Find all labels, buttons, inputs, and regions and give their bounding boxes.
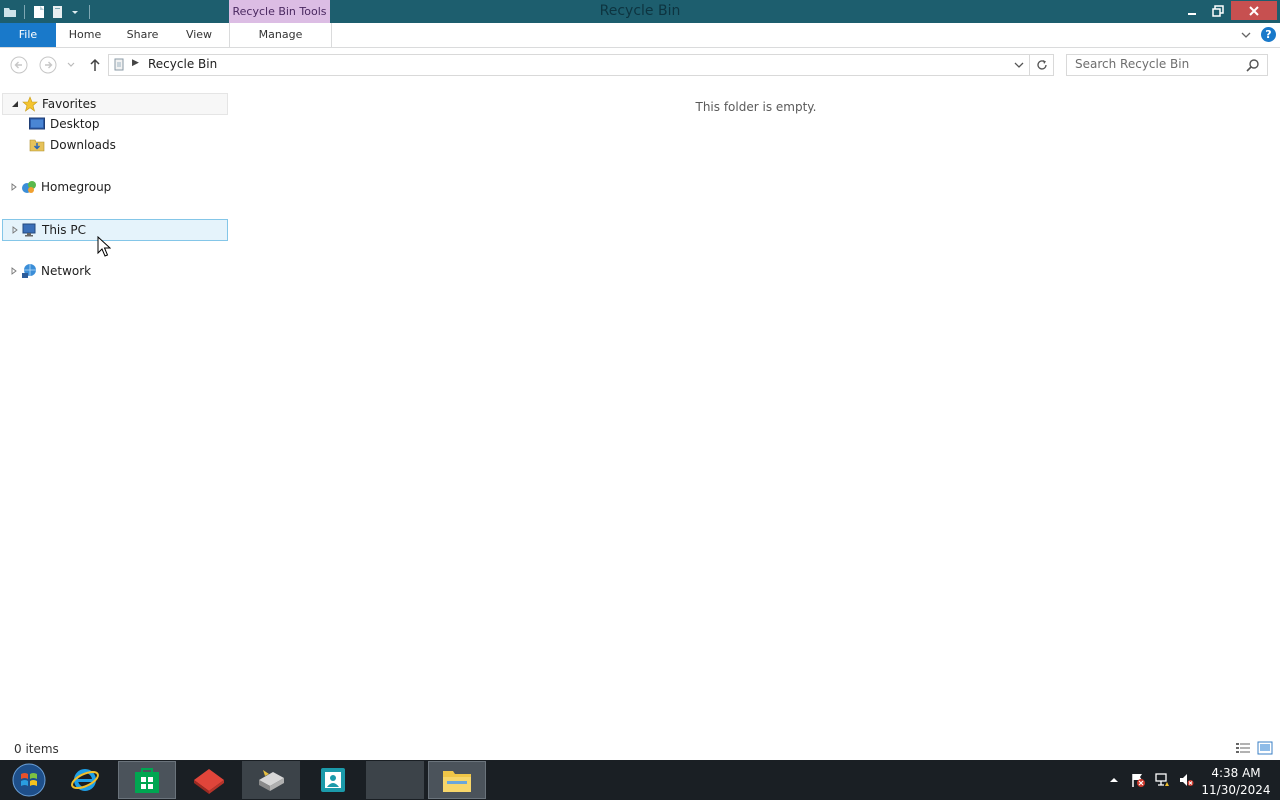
quick-access-toolbar [0,0,94,23]
refresh-button[interactable] [1029,54,1054,76]
details-view-icon[interactable] [1235,741,1251,755]
restore-button[interactable] [1205,1,1231,20]
contact-card-icon [321,768,345,792]
minimize-icon [1188,12,1196,15]
nav-item-downloads[interactable]: Downloads [28,135,228,155]
homegroup-icon [20,179,38,195]
windows-logo-icon [12,763,46,797]
up-arrow-icon [90,58,100,71]
store-icon [135,768,159,793]
toolbar-divider [89,4,90,19]
up-button[interactable] [85,55,105,75]
forward-arrow-icon [39,56,57,74]
chevron-down-icon [67,62,75,67]
close-icon [1249,5,1259,16]
tab-manage[interactable]: Manage [229,23,332,47]
recent-locations-button[interactable] [63,55,79,75]
file-explorer-button[interactable] [428,761,486,799]
nav-item-label: Homegroup [41,180,112,194]
back-button[interactable] [9,55,29,75]
nav-item-label: Favorites [42,97,97,111]
help-icon[interactable]: ? [1261,27,1276,42]
store-button[interactable] [118,761,176,799]
search-icon[interactable] [1246,58,1260,72]
expand-triangle-icon[interactable] [9,220,21,240]
start-button[interactable] [0,761,58,799]
internet-explorer-button[interactable] [56,761,114,799]
expand-ribbon-button[interactable] [1238,27,1254,43]
network-drive-icon [259,770,284,791]
volume-muted-icon[interactable] [1177,772,1195,788]
minimize-button[interactable] [1179,1,1205,20]
file-explorer-icon [443,771,471,792]
tab-file[interactable]: File [0,23,56,47]
nav-item-label: Desktop [50,117,100,131]
expand-triangle-icon[interactable] [8,177,20,197]
breadcrumb-current[interactable]: Recycle Bin [148,57,217,71]
mouse-cursor-icon [97,235,112,258]
folder-app-icon[interactable] [2,4,18,20]
window-title: Recycle Bin [599,3,681,19]
computer-icon [21,222,39,238]
nav-item-label: Network [41,264,92,278]
desktop-icon [28,116,46,132]
refresh-icon [1036,60,1047,70]
toolbar-divider [24,4,25,19]
downloads-folder-icon [28,137,46,153]
nav-item-this-pc[interactable]: This PC [2,219,228,241]
address-history-dropdown[interactable] [1011,55,1027,75]
contextual-tab-group-label: Recycle Bin Tools [229,0,330,23]
contact-app-button[interactable] [304,761,362,799]
nav-item-network[interactable]: Network [2,261,226,281]
nav-item-homegroup[interactable]: Homegroup [2,177,226,197]
properties-icon[interactable] [31,4,47,20]
network-icon [20,263,38,279]
internet-explorer-icon [71,769,99,791]
chevron-down-icon [1241,32,1251,38]
expand-triangle-icon[interactable] [8,261,20,281]
blank-window-button[interactable] [366,761,424,799]
empty-folder-message: This folder is empty. [695,100,817,114]
clock-time[interactable]: 4:38 AM [1200,766,1272,780]
nav-item-desktop[interactable]: Desktop [28,114,228,134]
status-item-count: 0 items [14,742,59,756]
restore-icon [1212,4,1224,17]
chevron-up-icon [1110,778,1118,782]
breadcrumb-chevron-icon[interactable]: ▶ [132,58,139,68]
customize-dropdown-icon[interactable] [67,4,83,20]
tab-view[interactable]: View [171,23,227,47]
clock-date[interactable]: 11/30/2024 [1200,783,1272,797]
red-app-button[interactable] [180,761,238,799]
tab-home[interactable]: Home [56,23,114,47]
back-arrow-icon [10,56,28,74]
nav-item-favorites[interactable]: Favorites [2,93,228,115]
action-center-icon[interactable] [1129,772,1147,788]
large-icons-view-icon[interactable] [1257,741,1273,755]
red-app-icon [194,769,224,794]
star-icon [21,96,39,112]
chevron-down-icon [1014,62,1024,68]
new-folder-icon[interactable] [49,4,65,20]
search-input[interactable] [1067,55,1245,73]
network-status-icon[interactable] [1153,772,1171,788]
network-drive-button[interactable] [242,761,300,799]
recycle-bin-icon [112,57,126,71]
tab-share[interactable]: Share [114,23,171,47]
show-hidden-icons-button[interactable] [1105,772,1123,788]
search-box[interactable] [1066,54,1268,76]
nav-item-label: Downloads [50,138,116,152]
nav-item-label: This PC [42,223,86,237]
close-button[interactable] [1231,1,1277,20]
forward-button[interactable] [38,55,58,75]
collapse-triangle-icon[interactable] [9,94,21,114]
address-bar[interactable] [108,54,1030,76]
